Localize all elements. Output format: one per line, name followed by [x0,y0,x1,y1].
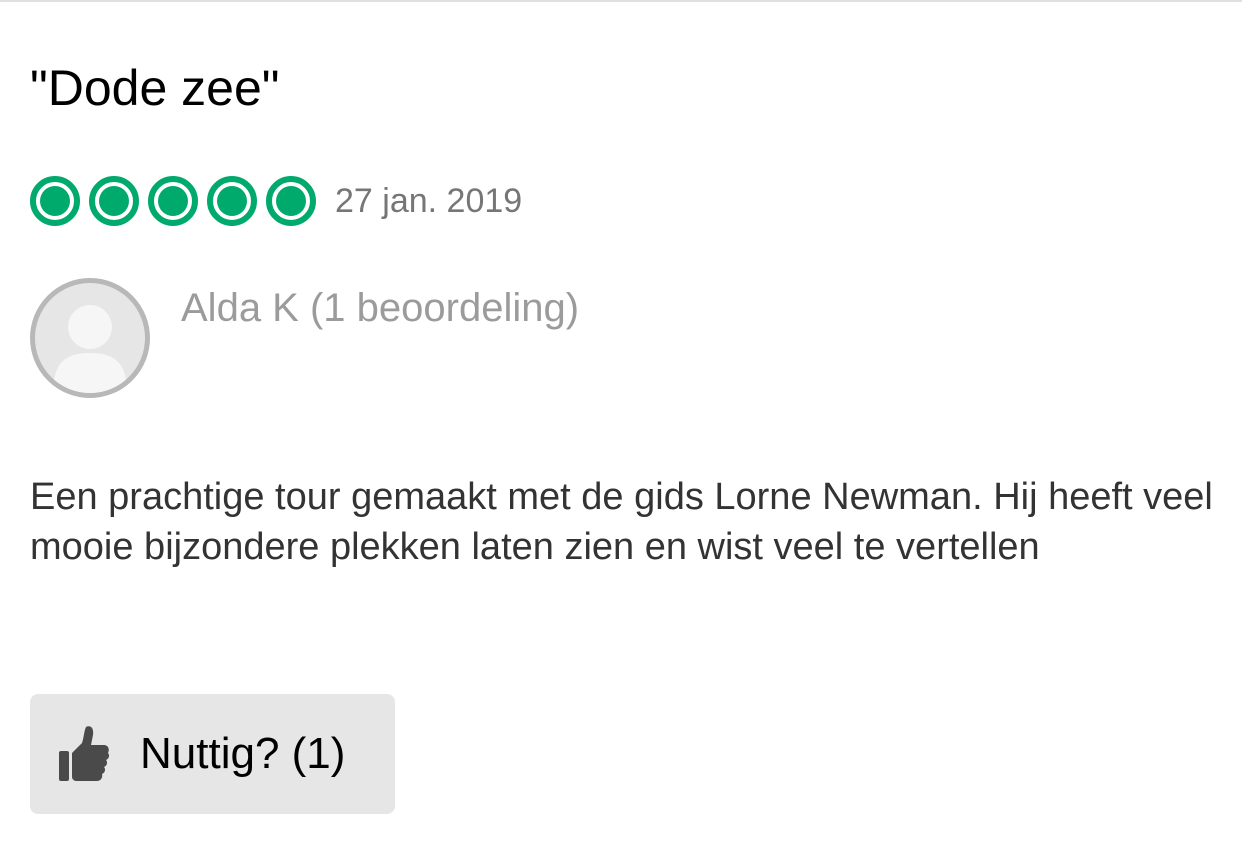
review-card: "Dode zee" 27 jan. 2019 Alda K (1 beoord… [0,0,1242,860]
helpful-button[interactable]: Nuttig? (1) [30,694,395,814]
divider [0,0,1242,2]
rating-bubble-icon [30,176,80,226]
review-title[interactable]: "Dode zee" [30,56,280,120]
rating-row: 27 jan. 2019 [30,170,522,232]
helpful-label: Nuttig? (1) [140,729,346,778]
rating-bubble-icon [89,176,139,226]
review-date: 27 jan. 2019 [335,181,523,220]
default-user-avatar-icon[interactable] [30,278,150,398]
rating-bubble-icon [148,176,198,226]
review-text: Een prachtige tour gemaakt met de gids L… [30,476,1213,568]
reviewer-name[interactable]: Alda K (1 beoordeling) [181,283,579,333]
rating-bubble-icon [207,176,257,226]
thumbs-up-icon [58,723,110,785]
rating-bubble-icon [266,176,316,226]
rating-bubbles [30,176,316,226]
